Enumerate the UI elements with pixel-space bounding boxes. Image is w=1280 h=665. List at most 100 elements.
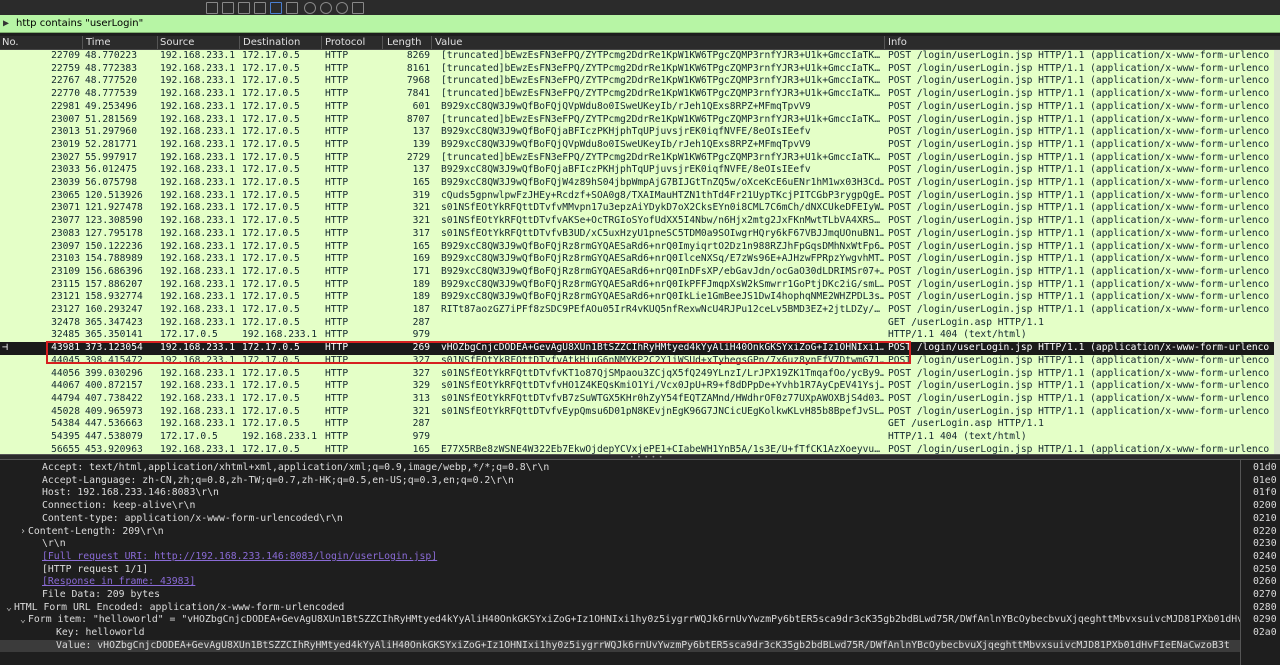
bookmark-icon[interactable]: ▶ <box>3 18 13 29</box>
packet-cell-len: 269 <box>412 342 430 354</box>
packet-cell-info: POST /login/userLogin.jsp HTTP/1.1 (appl… <box>888 177 1270 188</box>
packet-row[interactable]: 23109 156.686396 192.168.233.1 172.17.0.5 HT… <box>0 266 1280 279</box>
packet-row[interactable]: 23103 154.788989 192.168.233.1 172.17.0.5 HT… <box>0 253 1280 266</box>
packet-row[interactable]: 22981 49.253496 192.168.233.1 172.17.0.5 HTT… <box>0 101 1280 114</box>
packet-row[interactable]: 23033 56.012475 192.168.233.1 172.17.0.5 HTT… <box>0 164 1280 177</box>
detail-line[interactable]: Key: helloworld <box>0 627 1240 640</box>
column-header-no[interactable]: No. <box>2 37 19 48</box>
toolbar-icon[interactable] <box>238 2 250 14</box>
expand-toggle-icon[interactable]: › <box>18 526 28 539</box>
packet-bytes-pane[interactable]: 01d0 01e0 01f0 0200 0210 0220 0230 0240 0250 0260… <box>1240 460 1280 665</box>
packet-cell-len: 139 <box>412 138 430 150</box>
detail-line[interactable]: Connection: keep-alive\r\n <box>0 500 1240 513</box>
packet-row[interactable]: 54384 447.536663 192.168.233.1 172.17.0.5 HT… <box>0 418 1280 431</box>
packet-cell-dst: 172.17.0.5 <box>242 367 300 379</box>
packet-row[interactable]: 23071 121.927478 192.168.233.1 172.17.0.5 HT… <box>0 202 1280 215</box>
packet-list[interactable]: 22709 48.770223 192.168.233.1 172.17.0.5 HTT… <box>0 50 1280 454</box>
packet-cell-no: 23039 <box>51 177 80 188</box>
packet-row[interactable]: 44067 400.872157 192.168.233.1 172.17.0.5 HT… <box>0 380 1280 393</box>
packet-row[interactable]: 23065 120.513926 192.168.233.1 172.17.0.5 HT… <box>0 190 1280 203</box>
detail-line[interactable]: [HTTP request 1/1] <box>0 564 1240 577</box>
packet-row[interactable]: 23097 150.122236 192.168.233.1 172.17.0.5 HT… <box>0 241 1280 254</box>
packet-row[interactable]: 23127 160.293247 192.168.233.1 172.17.0.5 HT… <box>0 304 1280 317</box>
detail-line[interactable]: › Content-Length: 209\r\n <box>0 526 1240 539</box>
detail-line[interactable]: Content-type: application/x-www-form-url… <box>0 513 1240 526</box>
column-header-value[interactable]: Value <box>435 37 462 48</box>
toolbar-icon[interactable] <box>206 2 218 14</box>
detail-line[interactable]: ⌄ HTML Form URL Encoded: application/x-ww… <box>0 602 1240 615</box>
expand-toggle-icon[interactable]: ⌄ <box>4 602 14 615</box>
packet-row[interactable]: 44045 398.415472 192.168.233.1 172.17.0.5 HT… <box>0 355 1280 368</box>
toolbar-icon[interactable] <box>286 2 298 14</box>
packet-row[interactable]: 44056 399.030296 192.168.233.1 172.17.0.5 HT… <box>0 368 1280 381</box>
detail-line[interactable]: Accept-Language: zh-CN,zh;q=0.8,zh-TW;q=… <box>0 475 1240 488</box>
zoom-reset-icon[interactable] <box>336 2 348 14</box>
detail-text: Host: 192.168.233.146:8083\r\n <box>42 487 219 499</box>
packet-row[interactable]: 22759 48.772383 192.168.233.1 172.17.0.5 HTT… <box>0 63 1280 76</box>
toolbar-icon[interactable] <box>254 2 266 14</box>
packet-row[interactable]: 22770 48.777539 192.168.233.1 172.17.0.5 HTT… <box>0 88 1280 101</box>
packet-row[interactable]: 22709 48.770223 192.168.233.1 172.17.0.5 HTT… <box>0 50 1280 63</box>
byte-offset: 0280 <box>1253 601 1277 613</box>
packet-cell-src: 192.168.233.1 <box>160 380 236 392</box>
packet-cell-time: 407.738422 <box>85 392 143 404</box>
toolbar-icon[interactable] <box>222 2 234 14</box>
packet-cell-dst: 172.17.0.5 <box>242 227 300 239</box>
packet-cell-src: 192.168.233.1 <box>160 88 236 100</box>
detail-line[interactable]: [Full request URI: http://192.168.233.14… <box>0 551 1240 564</box>
column-header-length[interactable]: Length <box>387 37 422 48</box>
packet-cell-dst: 172.17.0.5 <box>242 215 300 227</box>
detail-line[interactable]: Value: vHOZbgCnjcDODEA+GevAgU8XUn1BtSZZC… <box>0 639 1240 653</box>
packet-cell-value: B929xcC8QW3J9wQfBoFQjQVpWdu8o0ISweUKeyIb… <box>441 138 811 150</box>
packet-cell-no: 23109 <box>51 265 80 277</box>
packet-row[interactable]: 22767 48.777520 192.168.233.1 172.17.0.5 HTT… <box>0 75 1280 88</box>
packet-cell-time: 399.030296 <box>85 367 143 379</box>
packet-cell-len: 601 <box>412 100 430 112</box>
resize-columns-icon[interactable] <box>352 2 364 14</box>
packet-row[interactable]: 23115 157.886207 192.168.233.1 172.17.0.5 HT… <box>0 279 1280 292</box>
detail-line[interactable]: File Data: 209 bytes <box>0 589 1240 602</box>
display-filter-bar[interactable]: ▶ http contains "userLogin" <box>0 15 1280 33</box>
packet-cell-dst: 172.17.0.5 <box>242 418 300 430</box>
detail-line[interactable]: ⌄ Form item: "helloworld" = "vHOZbgCnjcDO… <box>0 614 1240 627</box>
packet-row[interactable]: 23039 56.075798 192.168.233.1 172.17.0.5 HTT… <box>0 177 1280 190</box>
packet-row[interactable]: ⊣ 43981 373.123054 192.168.233.1 172.17.0.5 H… <box>0 342 1280 355</box>
zoom-out-icon[interactable] <box>320 2 332 14</box>
display-filter-input[interactable]: http contains "userLogin" <box>16 17 143 31</box>
column-header-time[interactable]: Time <box>86 37 110 48</box>
packet-row[interactable]: 54395 447.538079 172.17.0.5 192.168.233.1 HT… <box>0 431 1280 444</box>
packet-row[interactable]: 23007 51.281569 192.168.233.1 172.17.0.5 HTT… <box>0 114 1280 127</box>
expand-toggle-icon[interactable]: ⌄ <box>18 614 28 627</box>
packet-cell-value: cQuds5gpnwlpwFzJHEy+Rcdzf+SOA0g8/TXAIMau… <box>441 189 884 201</box>
packet-cell-value: s01NSfEOtYkRFQttDTvfvAtkHiuG6nNMYKP2C2Y1… <box>441 354 884 366</box>
detail-line[interactable]: [Response in frame: 43983] <box>0 576 1240 589</box>
packet-details-pane[interactable]: Accept: text/html,application/xhtml+xml,… <box>0 460 1240 665</box>
packet-list-scrollbar[interactable] <box>1274 50 1280 454</box>
packet-cell-time: 447.538079 <box>85 431 143 442</box>
detail-line[interactable]: Accept: text/html,application/xhtml+xml,… <box>0 462 1240 475</box>
packet-row[interactable]: 23019 52.281771 192.168.233.1 172.17.0.5 HTT… <box>0 139 1280 152</box>
packet-cell-info: POST /login/userLogin.jsp HTTP/1.1 (appl… <box>888 126 1270 138</box>
packet-row[interactable]: 23013 51.297960 192.168.233.1 172.17.0.5 HTT… <box>0 126 1280 139</box>
packet-row[interactable]: 44794 407.738422 192.168.233.1 172.17.0.5 HT… <box>0 393 1280 406</box>
packet-cell-time: 120.513926 <box>85 189 143 201</box>
colorize-icon[interactable] <box>270 2 282 14</box>
column-header-source[interactable]: Source <box>160 37 194 48</box>
packet-row[interactable]: 32485 365.350141 172.17.0.5 192.168.233.1 HT… <box>0 329 1280 342</box>
packet-row[interactable]: 23077 123.308590 192.168.233.1 172.17.0.5 HT… <box>0 215 1280 228</box>
packet-cell-time: 56.012475 <box>85 164 137 176</box>
detail-line[interactable]: Host: 192.168.233.146:8083\r\n <box>0 487 1240 500</box>
packet-row[interactable]: 23027 55.997917 192.168.233.1 172.17.0.5 HTT… <box>0 152 1280 165</box>
column-header-info[interactable]: Info <box>888 37 907 48</box>
column-header-protocol[interactable]: Protocol <box>325 37 365 48</box>
packet-row[interactable]: 23121 158.932774 192.168.233.1 172.17.0.5 HT… <box>0 291 1280 304</box>
packet-row[interactable]: 23083 127.795178 192.168.233.1 172.17.0.5 HT… <box>0 228 1280 241</box>
detail-line[interactable]: \r\n <box>0 538 1240 551</box>
zoom-in-icon[interactable] <box>304 2 316 14</box>
packet-cell-value: B929xcC8QW3J9wQfBoFQjW4z89hS04jbpWmpAjG7… <box>441 177 884 188</box>
packet-cell-len: 321 <box>412 215 430 227</box>
packet-row[interactable]: 56655 453.920963 192.168.233.1 172.17.0.5 HT… <box>0 444 1280 454</box>
column-header-destination[interactable]: Destination <box>243 37 300 48</box>
packet-row[interactable]: 45028 409.965973 192.168.233.1 172.17.0.5 HT… <box>0 406 1280 419</box>
packet-row[interactable]: 32478 365.347423 192.168.233.1 172.17.0.5 HT… <box>0 317 1280 330</box>
